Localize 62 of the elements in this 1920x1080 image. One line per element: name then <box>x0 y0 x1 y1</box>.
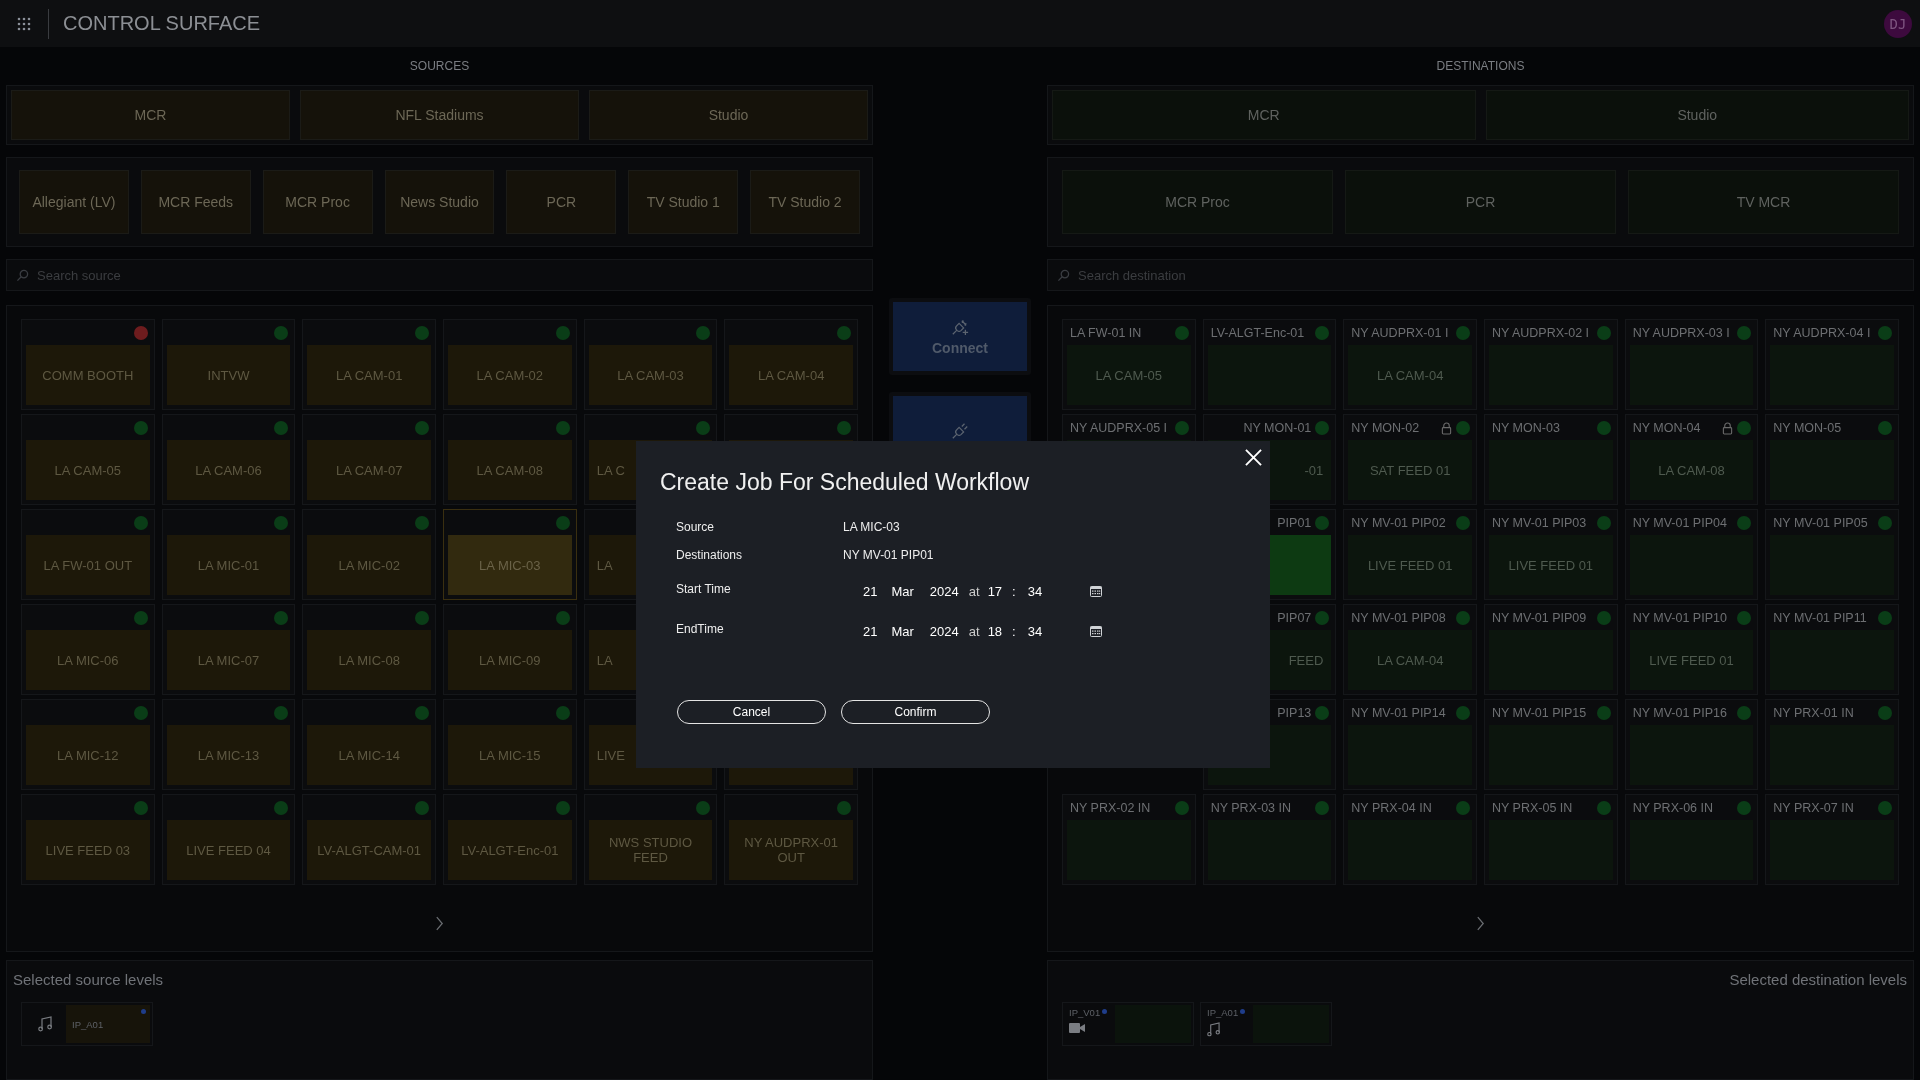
destination-name: NY PRX-06 IN <box>1632 801 1713 815</box>
time-separator: : <box>1012 623 1016 639</box>
destination-name: NY AUDPRX-01 I <box>1351 326 1449 340</box>
destination-name: NY PRX-03 IN <box>1210 801 1291 815</box>
level-label: IP_A01 <box>1207 1007 1239 1018</box>
section-heading: DESTINATIONS <box>1436 58 1525 75</box>
level-label: IP_A01 <box>72 1018 104 1030</box>
destination-name: NY PRX-04 IN <box>1351 801 1432 815</box>
destination-name: NY MV-01 PIP10 <box>1632 611 1727 625</box>
field-label: Start Time <box>676 581 732 596</box>
destination-name: LV-ALGT-Enc-01 <box>1210 326 1305 340</box>
at-text: at <box>968 583 980 599</box>
destination-name: PIP01 <box>1277 516 1312 530</box>
destination-name: NY MON-03 <box>1492 421 1560 435</box>
destination-name: NY PRX-07 IN <box>1773 801 1854 815</box>
time-separator: : <box>1012 583 1016 599</box>
routed-source: SAT FEED 01 <box>1369 462 1451 478</box>
at-text: at <box>968 623 980 639</box>
routed-source: -01 <box>1304 462 1324 478</box>
levels-title: Selected source levels <box>13 971 165 988</box>
levels-title: Selected destination levels <box>1729 971 1907 988</box>
routed-source: LA CAM-05 <box>1095 367 1163 383</box>
destination-name: PIP13 <box>1277 706 1312 720</box>
routed-source: LA CAM-04 <box>1376 652 1444 668</box>
destination-name: NY AUDPRX-02 I <box>1492 326 1590 340</box>
destination-name: NY PRX-02 IN <box>1070 801 1151 815</box>
field-label: EndTime <box>676 621 725 636</box>
destination-name: NY MON-02 <box>1351 421 1420 435</box>
routed-source: LIVE FEED 01 <box>1649 652 1734 668</box>
destination-name: NY MON-01 <box>1243 421 1312 435</box>
destination-name: NY MV-01 PIP08 <box>1351 611 1446 625</box>
routed-source: LIVE FEED 01 <box>1508 557 1594 573</box>
app-title: CONTROL SURFACE <box>63 12 261 35</box>
destination-name: NY MON-05 <box>1773 421 1842 435</box>
destination-name: NY MV-01 PIP16 <box>1632 706 1727 720</box>
section-heading: SOURCES <box>409 58 470 75</box>
destination-name: LA FW-01 IN <box>1070 326 1142 340</box>
destination-name: NY MV-01 PIP05 <box>1773 516 1868 530</box>
routed-source: LA CAM-08 <box>1658 462 1725 478</box>
field-value: NY MV-01 PIP01 <box>843 548 935 562</box>
destination-name: NY MV-01 PIP09 <box>1492 611 1587 625</box>
routed-source: LIVE FEED 01 <box>1367 557 1453 573</box>
destination-name: NY MV-01 PIP14 <box>1351 706 1446 720</box>
field-value: LA MIC-03 <box>843 520 901 534</box>
destination-name: NY PRX-05 IN <box>1492 801 1573 815</box>
destination-name: NY MV-01 PIP04 <box>1632 516 1727 530</box>
level-label: IP_V01 <box>1069 1007 1101 1018</box>
routed-source: LA CAM-04 <box>1376 367 1444 383</box>
field-label: Destinations <box>676 548 744 562</box>
dialog-title: Create Job For Scheduled Workflow <box>660 469 1031 496</box>
destination-name: NY MV-01 PIP15 <box>1492 706 1587 720</box>
destination-name: NY MV-01 PIP02 <box>1351 516 1446 530</box>
destination-name: PIP07 <box>1277 611 1312 625</box>
destination-name: NY MON-04 <box>1632 421 1701 435</box>
destination-name: NY PRX-01 IN <box>1773 706 1854 720</box>
routed-source: FEED <box>1288 652 1324 668</box>
destination-name: NY AUDPRX-04 I <box>1773 326 1871 340</box>
destination-name: NY MV-01 PIP11 <box>1773 611 1867 625</box>
field-label: Source <box>676 520 716 534</box>
destination-name: NY MV-01 PIP03 <box>1492 516 1587 530</box>
destination-name: NY AUDPRX-05 I <box>1070 421 1168 435</box>
destination-name: NY AUDPRX-03 I <box>1632 326 1730 340</box>
